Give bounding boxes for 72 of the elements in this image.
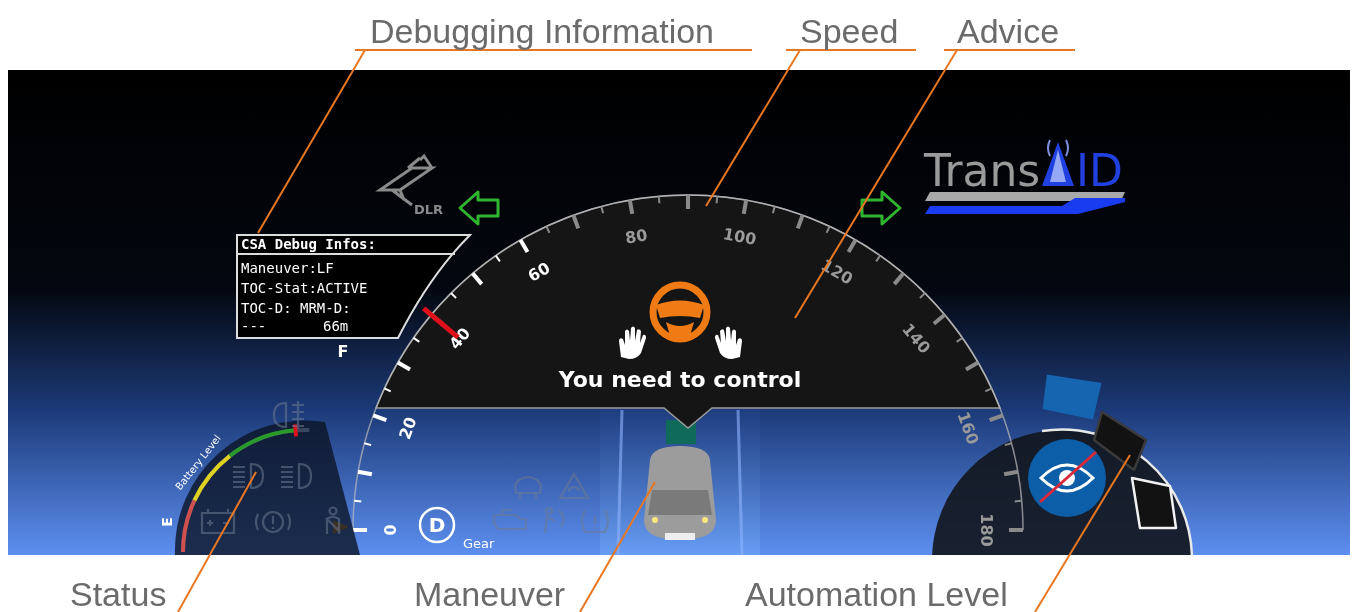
hand-icon: [715, 326, 742, 359]
annotation-label: Debugging Information: [370, 12, 714, 50]
speed-label: 160: [953, 409, 983, 447]
battery-full-label: F: [337, 342, 349, 361]
speed-label: 0: [380, 524, 400, 536]
tick-mark: [795, 214, 805, 230]
tick-mark: [892, 272, 905, 286]
tick-mark: [984, 387, 993, 393]
tick-mark: [412, 336, 421, 343]
tick-mark: [686, 195, 690, 209]
tick-mark: [545, 225, 551, 234]
antenna-icon: [1042, 139, 1074, 186]
tick-mark: [353, 499, 363, 503]
tick-mark: [372, 413, 388, 423]
tick-mark: [383, 387, 392, 393]
debug-text: TOC-D: MRM-D:: [241, 300, 351, 316]
tick-mark: [600, 205, 605, 215]
tick-mark: [1013, 499, 1023, 503]
tick-mark: [518, 238, 530, 253]
debug-text: 66m: [323, 318, 349, 334]
hand-icon: [619, 326, 646, 359]
gear-ring-icon: [418, 506, 456, 544]
tick-mark: [715, 195, 719, 205]
logo-text: ID: [1076, 145, 1123, 196]
tick-mark: [955, 336, 964, 343]
speed-label: 20: [395, 414, 421, 442]
tick-mark: [846, 238, 858, 253]
debug-text: ---: [241, 318, 267, 334]
speed-label: 120: [817, 255, 857, 289]
debug-title: CSA Debug Infos:: [241, 236, 376, 252]
speed-label: 80: [623, 225, 649, 248]
speed-label: 100: [721, 224, 758, 249]
tick-mark: [988, 413, 1004, 423]
annotation-label: Advice: [957, 12, 1060, 50]
tick-mark: [918, 292, 926, 300]
tick-mark: [450, 292, 458, 300]
battery-empty-label: E: [159, 517, 175, 527]
speed-label: 60: [524, 258, 554, 286]
tick-mark: [825, 225, 831, 234]
annotation-label: Speed: [800, 12, 899, 50]
lattice-logo-icon: [378, 153, 437, 207]
tick-mark: [357, 469, 373, 477]
dlr-logo-text: DLR: [414, 202, 444, 217]
speed-label: 180: [976, 513, 996, 547]
annotation-label: Maneuver: [414, 575, 566, 612]
tick-mark: [494, 254, 501, 263]
tick-mark: [1003, 469, 1019, 477]
tick-mark: [571, 214, 581, 230]
gear-label: Gear: [463, 536, 495, 551]
tick-mark: [471, 272, 484, 286]
steering-wheel-icon: [649, 281, 711, 343]
tick-mark: [657, 195, 661, 205]
speed-label: 40: [445, 323, 475, 354]
annotation-label: Automation Level: [745, 575, 1008, 612]
tick-mark: [353, 528, 367, 532]
tick-mark: [965, 360, 980, 372]
tick-mark: [932, 313, 946, 326]
tick-mark: [771, 205, 776, 215]
tick-mark: [1009, 528, 1023, 532]
advice-text: You need to control: [558, 367, 802, 392]
logo-text: Trans: [924, 145, 1041, 196]
tick-mark: [741, 199, 749, 215]
tick-mark: [363, 442, 373, 447]
tick-mark: [1003, 442, 1013, 447]
annotation-label: Status: [70, 575, 167, 612]
gear-value: D: [428, 513, 446, 537]
debug-text: TOC-Stat:ACTIVE: [241, 280, 368, 296]
tick-mark: [875, 254, 882, 263]
eye-crossed-icon: [1028, 439, 1106, 517]
tick-mark: [396, 360, 411, 372]
tick-mark: [627, 199, 635, 215]
debug-text: Maneuver:LF: [241, 260, 334, 276]
